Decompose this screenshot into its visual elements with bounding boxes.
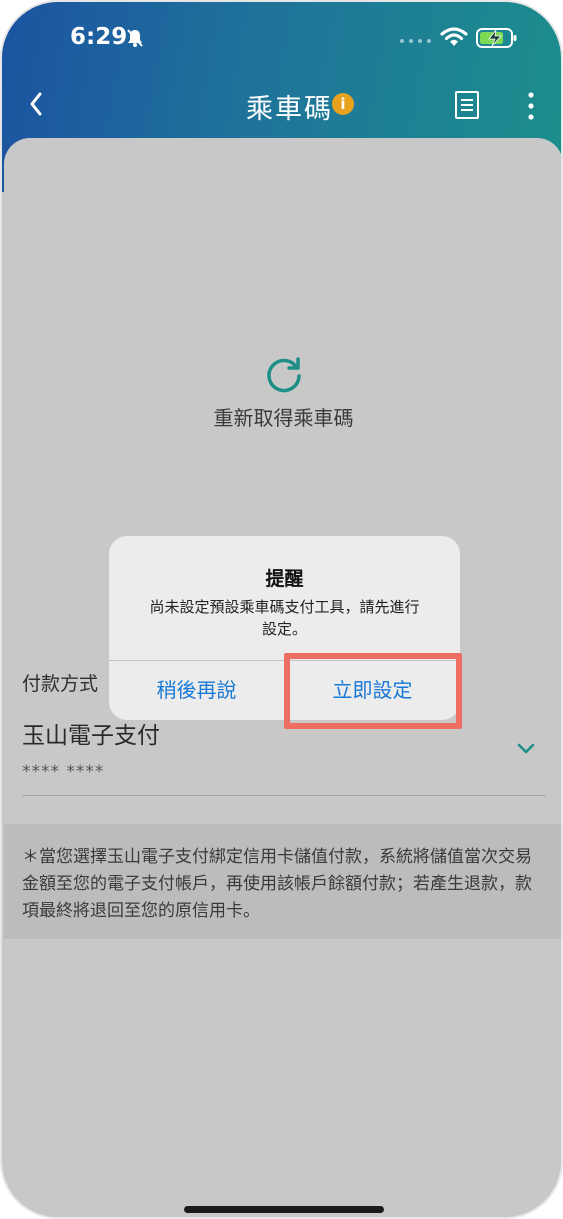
dialog-message: 尚未設定預設乘車碼支付工具，請先進行設定。 xyxy=(149,598,420,638)
back-chevron-icon[interactable] xyxy=(24,88,50,120)
phone-screen: 6:29 乘車碼 i 重新取得乘車碼 付款方式 玉山電子支付 **** ****… xyxy=(0,0,563,1219)
battery-charging-icon xyxy=(476,28,517,48)
highlight-box xyxy=(284,653,462,729)
document-list-icon[interactable] xyxy=(454,90,480,120)
dialog-title: 提醒 xyxy=(265,568,304,590)
status-time: 6:29 xyxy=(70,24,128,50)
refresh-icon[interactable] xyxy=(264,354,304,394)
refresh-code-button[interactable]: 重新取得乘車碼 xyxy=(2,402,561,431)
chevron-down-icon[interactable] xyxy=(516,742,536,756)
notice-text: ＊當您選擇玉山電子支付綁定信用卡儲值付款，系統將儲值當次交易金額至您的電子支付帳… xyxy=(4,824,561,939)
page-title: 乘車碼 xyxy=(246,94,333,125)
payment-method-value[interactable]: 玉山電子支付 xyxy=(22,716,160,750)
payment-method-label: 付款方式 xyxy=(22,673,99,695)
cellular-signal-icon xyxy=(400,39,431,43)
later-button[interactable]: 稍後再說 xyxy=(109,660,284,720)
wifi-icon xyxy=(440,27,468,46)
masked-card-number: **** **** xyxy=(22,762,105,782)
home-indicator[interactable] xyxy=(184,1206,384,1213)
bell-muted-icon xyxy=(127,29,143,47)
more-vertical-icon[interactable] xyxy=(524,90,538,122)
divider xyxy=(22,795,546,796)
info-icon[interactable]: i xyxy=(332,93,354,115)
